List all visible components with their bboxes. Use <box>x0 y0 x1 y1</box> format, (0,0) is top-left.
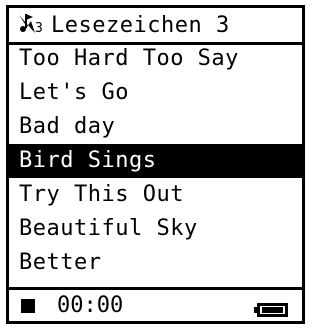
track-list: Too Hard Too Say Let's Go Bad day Bird S… <box>9 42 302 280</box>
stop-icon <box>21 298 35 313</box>
header: 3 Lesezeichen 3 <box>9 8 302 45</box>
status-bar: 00:00 <box>9 287 302 321</box>
elapsed-time: 00:00 <box>57 293 124 318</box>
player-screen: 3 Lesezeichen 3 Too Hard Too Say Let's G… <box>6 5 305 324</box>
bookmark-music-note-icon: 3 <box>17 11 45 39</box>
list-item[interactable]: Let's Go <box>9 76 302 110</box>
list-item[interactable]: Too Hard Too Say <box>9 42 302 76</box>
list-item-selected[interactable]: Bird Sings <box>9 144 302 178</box>
list-item[interactable]: Better <box>9 246 302 280</box>
list-item[interactable]: Try This Out <box>9 178 302 212</box>
battery-full-icon <box>254 298 288 317</box>
list-item[interactable]: Beautiful Sky <box>9 212 302 246</box>
header-icon-number: 3 <box>35 21 44 36</box>
header-title: Lesezeichen 3 <box>51 12 230 38</box>
list-item[interactable]: Bad day <box>9 110 302 144</box>
